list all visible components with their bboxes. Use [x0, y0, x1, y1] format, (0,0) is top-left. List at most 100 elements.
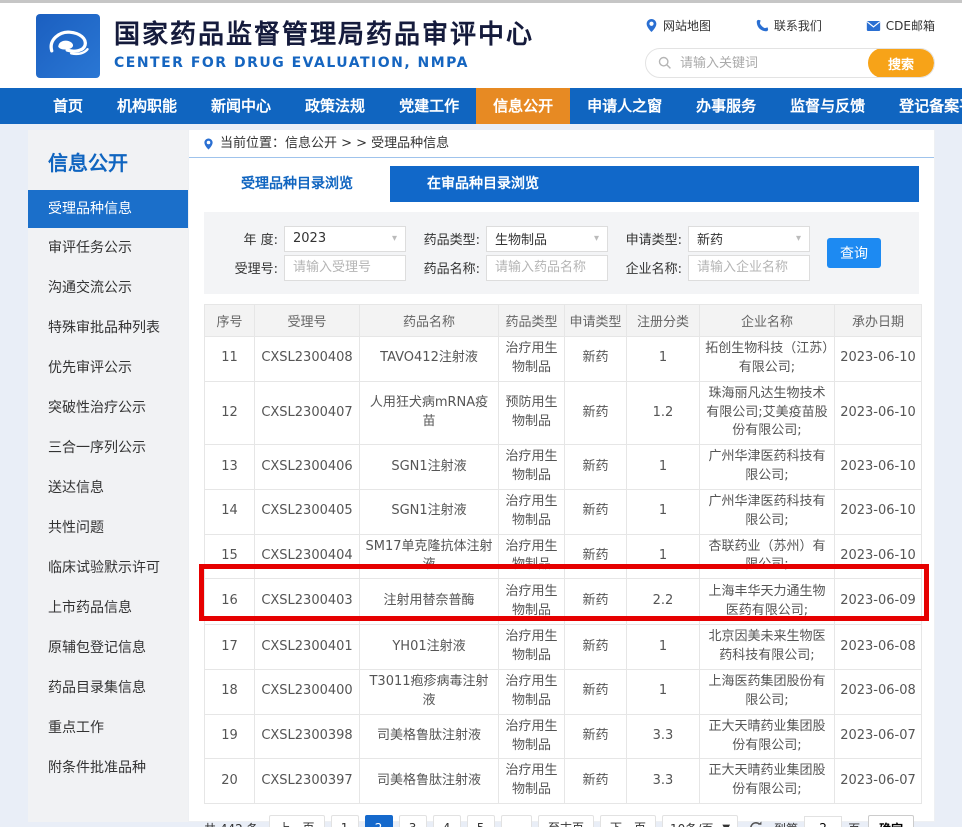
apply-type-select[interactable]: 新药▾: [688, 226, 810, 252]
cell-name: SM17单克隆抗体注射液: [360, 534, 499, 579]
contact-link[interactable]: 联系我们: [755, 17, 822, 34]
cell-no: CXSL2300401: [255, 625, 360, 670]
sidebar-item-clinical-trial-permit[interactable]: 临床试验默示许可: [28, 548, 188, 588]
year-select[interactable]: 2023▾: [284, 226, 406, 252]
acceptance-no-input[interactable]: [284, 255, 406, 281]
cell-date: 2023-06-07: [835, 714, 922, 759]
sidebar-item-review-tasks[interactable]: 审评任务公示: [28, 228, 188, 268]
sitemap-label: 网站地图: [663, 17, 711, 34]
nav-item-supervision[interactable]: 监督与反馈: [773, 88, 882, 124]
page-button-1[interactable]: 1: [331, 815, 359, 827]
drug-type-label: 药品类型:: [418, 229, 480, 248]
main-panel: 当前位置：信息公开 > > 受理品种信息 受理品种目录浏览 在审品种目录浏览 年…: [188, 130, 935, 822]
refresh-icon[interactable]: [748, 820, 764, 827]
col-drug-name: 药品名称: [360, 305, 499, 337]
cell-apply: 新药: [565, 625, 627, 670]
cell-name: 人用狂犬病mRNA疫苗: [360, 381, 499, 445]
filter-apply-type: 申请类型: 新药▾: [620, 226, 810, 252]
last-page-button[interactable]: 至末页: [538, 815, 594, 827]
sidebar-item-communication[interactable]: 沟通交流公示: [28, 268, 188, 308]
filter-company: 企业名称:: [620, 255, 810, 281]
company-label: 企业名称:: [620, 258, 682, 277]
breadcrumb-pin-icon: [203, 137, 214, 151]
cell-company: 北京因美未来生物医药科技有限公司;: [700, 625, 835, 670]
apply-type-label: 申请类型:: [620, 229, 682, 248]
table-row: 14CXSL2300405SGN1注射液治疗用生物制品新药1广州华津医药科技有限…: [205, 489, 922, 534]
nav-item-applicant[interactable]: 申请人之窗: [570, 88, 679, 124]
cell-apply: 新药: [565, 714, 627, 759]
cell-seq: 16: [205, 579, 255, 625]
cell-no: CXSL2300405: [255, 489, 360, 534]
acceptance-no-label: 受理号:: [216, 258, 278, 277]
col-seq: 序号: [205, 305, 255, 337]
sidebar-item-common-issues[interactable]: 共性问题: [28, 508, 188, 548]
query-button[interactable]: 查询: [827, 238, 881, 268]
cell-type: 治疗用生物制品: [499, 579, 565, 625]
results-table-wrap: 序号 受理号 药品名称 药品类型 申请类型 注册分类 企业名称 承办日期 11C…: [204, 304, 919, 804]
nav-item-registration-platform[interactable]: 登记备案平台: [882, 88, 962, 124]
phone-icon: [755, 19, 769, 33]
tab-under-review-catalog[interactable]: 在审品种目录浏览: [390, 166, 576, 202]
table-row: 19CXSL2300398司美格鲁肽注射液治疗用生物制品新药3.3正大天晴药业集…: [205, 714, 922, 759]
chevron-down-icon: ▾: [392, 233, 397, 244]
confirm-button[interactable]: 确定: [868, 815, 914, 827]
sidebar-item-key-work[interactable]: 重点工作: [28, 708, 188, 748]
filter-drug-type: 药品类型: 生物制品▾: [418, 226, 608, 252]
drug-name-input[interactable]: [486, 255, 608, 281]
nav-item-services[interactable]: 办事服务: [679, 88, 773, 124]
cell-apply: 新药: [565, 337, 627, 382]
tab-accepted-catalog[interactable]: 受理品种目录浏览: [204, 166, 390, 202]
cell-no: CXSL2300403: [255, 579, 360, 625]
sidebar-item-delivery-info[interactable]: 送达信息: [28, 468, 188, 508]
title-block: 国家药品监督管理局药品审评中心 CENTER FOR DRUG EVALUATI…: [114, 20, 534, 71]
nav-item-policy[interactable]: 政策法规: [288, 88, 382, 124]
sidebar-item-priority-review[interactable]: 优先审评公示: [28, 348, 188, 388]
cell-reg: 3.3: [627, 759, 700, 804]
nav-item-news[interactable]: 新闻中心: [194, 88, 288, 124]
filter-row-2: 受理号: 药品名称: 企业名称:: [216, 254, 919, 281]
sitemap-link[interactable]: 网站地图: [645, 17, 711, 34]
page-ellipsis-button[interactable]: ...: [501, 815, 532, 827]
cell-name: YH01注射液: [360, 625, 499, 670]
sidebar-item-marketed-drugs[interactable]: 上市药品信息: [28, 588, 188, 628]
site-header: 国家药品监督管理局药品审评中心 CENTER FOR DRUG EVALUATI…: [0, 3, 962, 88]
company-input[interactable]: [688, 255, 810, 281]
page-button-4[interactable]: 4: [433, 815, 461, 827]
nav-item-party[interactable]: 党建工作: [382, 88, 476, 124]
page-button-5[interactable]: 5: [467, 815, 495, 827]
cell-type: 治疗用生物制品: [499, 337, 565, 382]
drug-type-select[interactable]: 生物制品▾: [486, 226, 608, 252]
goto-page-input[interactable]: [804, 816, 842, 827]
page-size-select[interactable]: 10条/页▼: [662, 815, 738, 827]
prev-page-button[interactable]: 上一页: [269, 815, 325, 827]
nav-item-info-disclosure[interactable]: 信息公开: [476, 88, 570, 124]
mail-icon: [866, 20, 881, 32]
cde-logo-swirl-icon: [42, 20, 94, 72]
cell-seq: 20: [205, 759, 255, 804]
cell-company: 上海医药集团股份有限公司;: [700, 669, 835, 714]
page-button-3[interactable]: 3: [399, 815, 427, 827]
year-label: 年 度:: [216, 229, 278, 248]
cell-no: CXSL2300408: [255, 337, 360, 382]
goto-page-label: 到第: [774, 820, 798, 827]
search-input[interactable]: [672, 56, 868, 71]
nav-item-home[interactable]: 首页: [36, 88, 100, 124]
sidebar-item-drug-catalog[interactable]: 药品目录集信息: [28, 668, 188, 708]
page-button-2-active[interactable]: 2: [365, 815, 393, 827]
sidebar-item-three-in-one[interactable]: 三合一序列公示: [28, 428, 188, 468]
cell-type: 预防用生物制品: [499, 381, 565, 445]
sidebar-item-accepted-varieties[interactable]: 受理品种信息: [28, 190, 188, 228]
cell-no: CXSL2300406: [255, 445, 360, 490]
sidebar-item-conditional-approval[interactable]: 附条件批准品种: [28, 748, 188, 788]
table-header-row: 序号 受理号 药品名称 药品类型 申请类型 注册分类 企业名称 承办日期: [205, 305, 922, 337]
next-page-button[interactable]: 下一页: [600, 815, 656, 827]
nav-item-org[interactable]: 机构职能: [100, 88, 194, 124]
breadcrumb: 当前位置：信息公开 > > 受理品种信息: [189, 130, 934, 158]
cell-apply: 新药: [565, 445, 627, 490]
sidebar-item-special-approval[interactable]: 特殊审批品种列表: [28, 308, 188, 348]
sidebar-item-breakthrough-therapy[interactable]: 突破性治疗公示: [28, 388, 188, 428]
pagination: 共 442 条 上一页 1 2 3 4 5 ... 至末页 下一页 10条/页▼…: [204, 815, 919, 827]
search-button[interactable]: 搜索: [868, 48, 934, 78]
sidebar-item-excipients-registration[interactable]: 原辅包登记信息: [28, 628, 188, 668]
mailbox-link[interactable]: CDE邮箱: [866, 17, 935, 34]
